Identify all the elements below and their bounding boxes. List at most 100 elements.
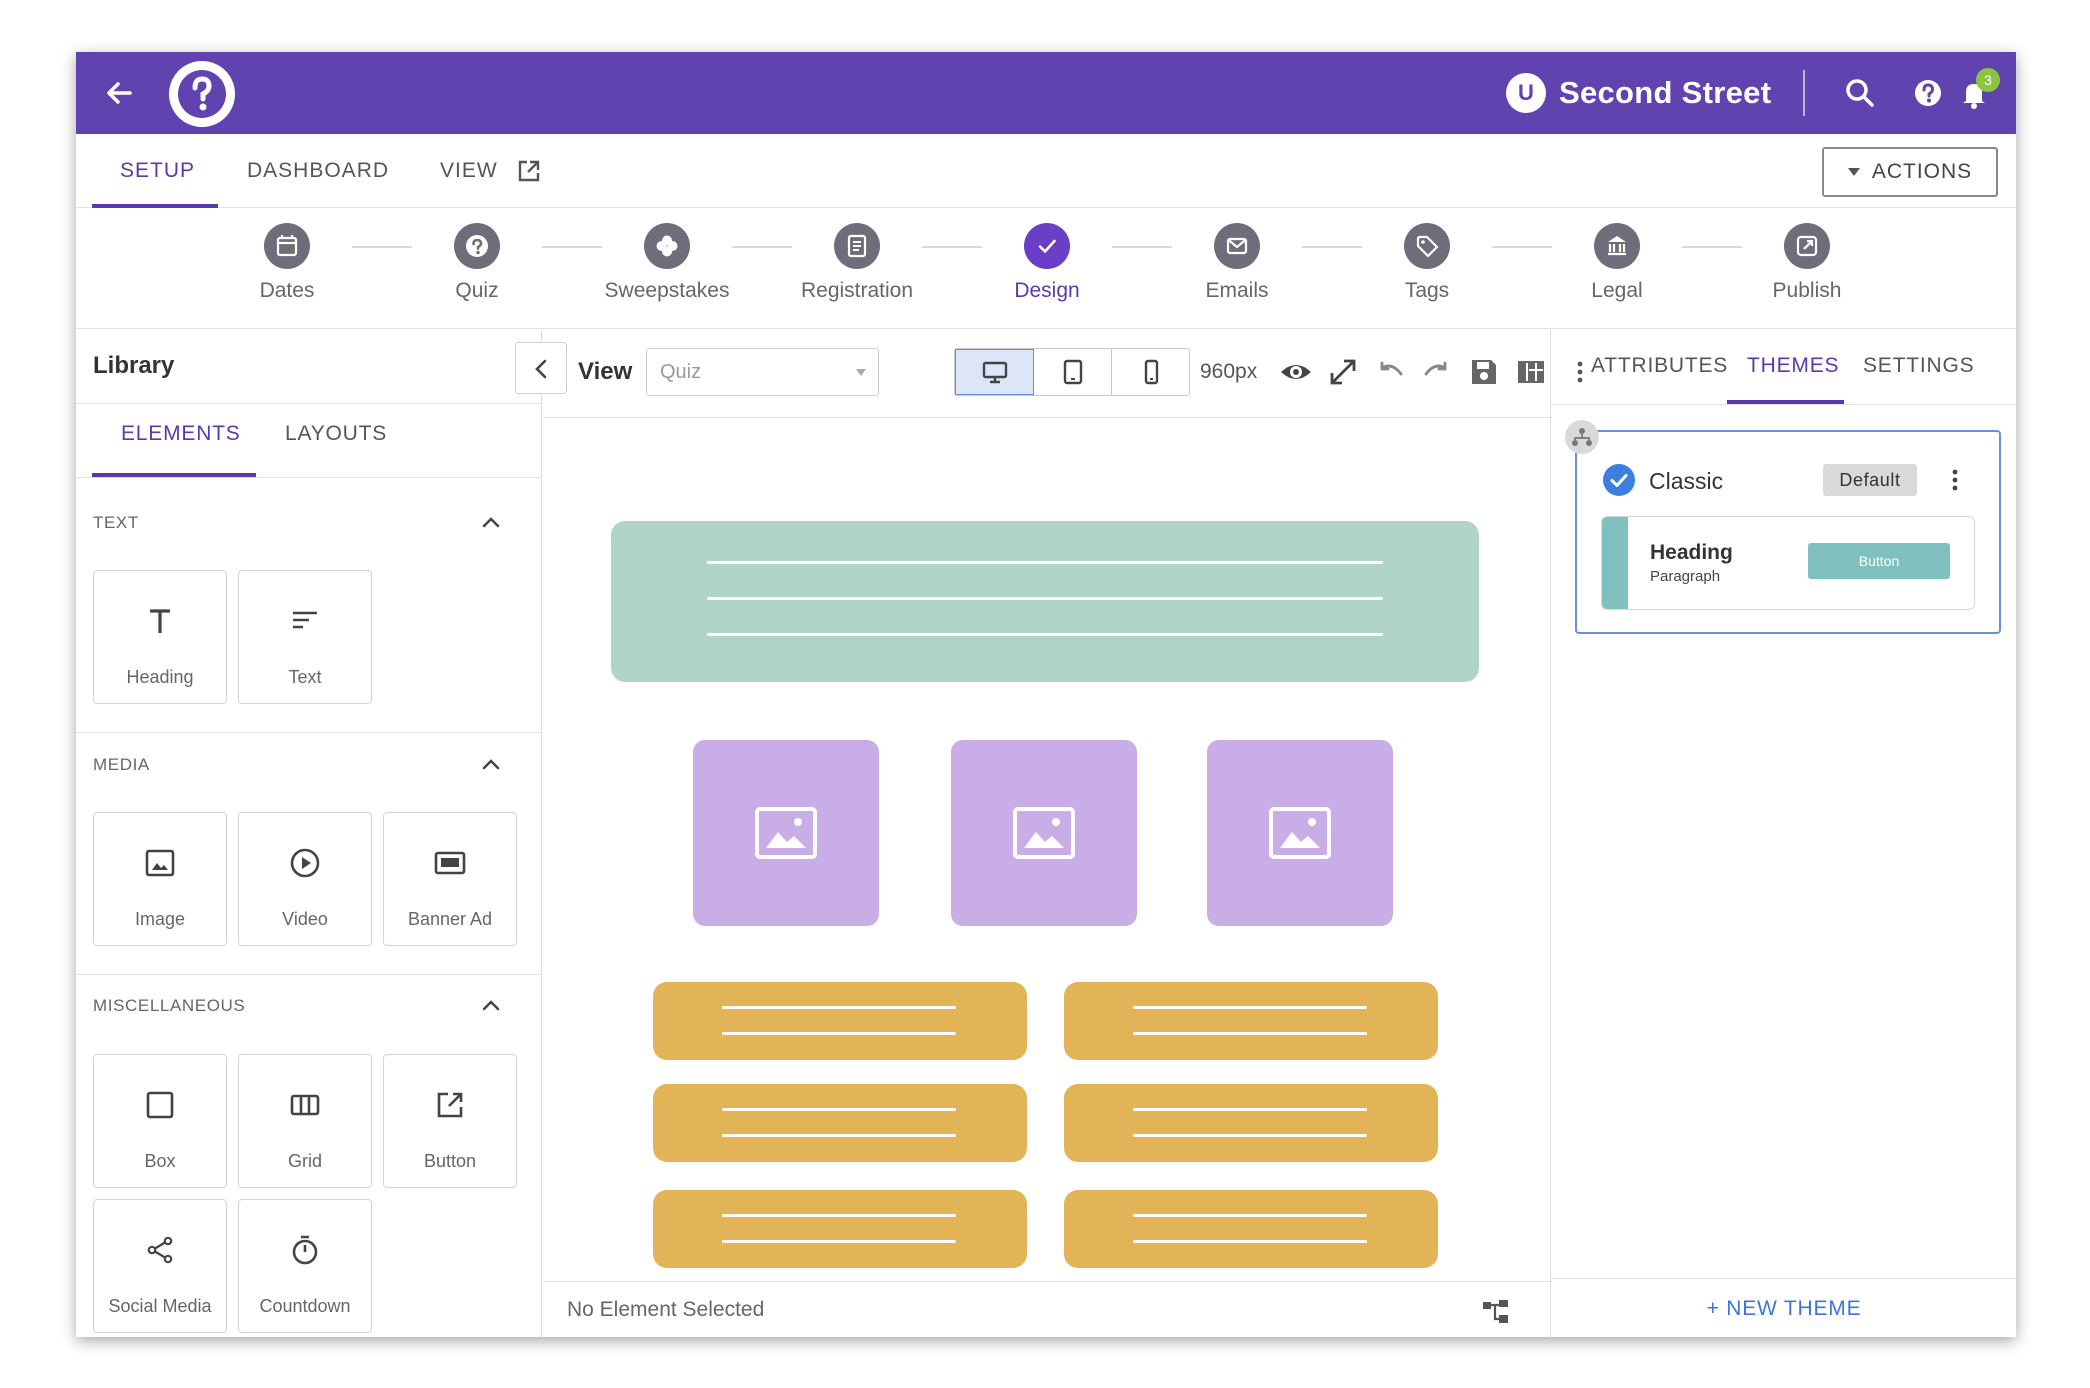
- button-block[interactable]: [1064, 1190, 1438, 1268]
- step-label: Legal: [1591, 279, 1643, 302]
- view-select-value: Quiz: [660, 361, 702, 383]
- image-block[interactable]: [1207, 740, 1393, 926]
- button-block[interactable]: [653, 1084, 1027, 1162]
- placeholder-line: [1133, 1214, 1367, 1217]
- tab-layouts[interactable]: LAYOUTS: [285, 422, 387, 446]
- tab-dashboard[interactable]: DASHBOARD: [247, 134, 389, 208]
- tablet-view-button[interactable]: [1034, 349, 1112, 395]
- element-social-media[interactable]: Social Media: [93, 1199, 227, 1333]
- element-banner-ad[interactable]: Banner Ad: [383, 812, 517, 946]
- preview-button: Button: [1808, 543, 1950, 579]
- bank-icon: [1608, 236, 1626, 256]
- tab-setup[interactable]: SETUP: [120, 134, 195, 208]
- divider: [76, 403, 542, 404]
- undo-icon[interactable]: [1372, 354, 1408, 390]
- save-icon[interactable]: [1466, 354, 1502, 390]
- dropdown-arrow-icon: [856, 369, 866, 376]
- element-button[interactable]: Button: [383, 1054, 517, 1188]
- question-icon: [466, 235, 488, 257]
- hero-block[interactable]: [611, 521, 1479, 682]
- step-circle: [1594, 223, 1640, 269]
- section-misc-title: MISCELLANEOUS: [93, 996, 246, 1015]
- actions-button[interactable]: ACTIONS: [1822, 147, 1998, 197]
- desktop-view-button[interactable]: [955, 349, 1034, 395]
- search-icon[interactable]: [1840, 73, 1880, 113]
- chevron-up-icon[interactable]: [480, 753, 502, 775]
- app-logo[interactable]: [169, 61, 235, 127]
- image-icon: [1269, 807, 1331, 859]
- tag-icon: [1416, 235, 1439, 258]
- view-select[interactable]: Quiz: [646, 348, 879, 396]
- eye-icon[interactable]: [1278, 354, 1314, 390]
- hierarchy-icon[interactable]: [1565, 420, 1599, 454]
- step-circle: [644, 223, 690, 269]
- step-design[interactable]: Design: [967, 223, 1127, 303]
- step-quiz[interactable]: Quiz: [397, 223, 557, 303]
- placeholder-line: [722, 1240, 956, 1243]
- mobile-view-button[interactable]: [1112, 349, 1189, 395]
- theme-card-classic[interactable]: Classic Default Heading Paragraph Button: [1575, 430, 2001, 634]
- element-text[interactable]: Text: [238, 570, 372, 704]
- heading-icon: [150, 609, 170, 633]
- button-block[interactable]: [653, 982, 1027, 1060]
- tab-view[interactable]: VIEW: [440, 134, 542, 208]
- back-arrow-icon[interactable]: [100, 73, 140, 113]
- step-dates[interactable]: Dates: [207, 223, 367, 303]
- expand-icon[interactable]: [1325, 354, 1361, 390]
- step-label: Registration: [800, 279, 914, 302]
- tile-label: Countdown: [259, 1296, 351, 1316]
- chevron-up-icon[interactable]: [480, 994, 502, 1016]
- step-circle: [1404, 223, 1450, 269]
- device-toggle: [954, 348, 1190, 396]
- element-video[interactable]: Video: [238, 812, 372, 946]
- step-publish[interactable]: Publish: [1727, 223, 1887, 303]
- element-grid[interactable]: Grid: [238, 1054, 372, 1188]
- step-circle: [1784, 223, 1830, 269]
- button-block[interactable]: [1064, 1084, 1438, 1162]
- redo-icon[interactable]: [1419, 354, 1455, 390]
- placeholder-line: [722, 1006, 956, 1009]
- button-block[interactable]: [1064, 982, 1438, 1060]
- image-icon: [755, 807, 817, 859]
- element-image[interactable]: Image: [93, 812, 227, 946]
- element-tree-icon[interactable]: [1480, 1296, 1512, 1328]
- tab-attributes[interactable]: ATTRIBUTES: [1591, 354, 1728, 378]
- step-registration[interactable]: Registration: [777, 223, 937, 303]
- new-theme-button[interactable]: + NEW THEME: [1551, 1297, 2016, 1321]
- step-emails[interactable]: Emails: [1157, 223, 1317, 303]
- mobile-icon: [1144, 359, 1158, 385]
- tab-elements[interactable]: ELEMENTS: [121, 422, 241, 446]
- image-block[interactable]: [693, 740, 879, 926]
- design-canvas[interactable]: [543, 419, 1550, 1281]
- step-label: Quiz: [455, 279, 499, 302]
- layout-icon[interactable]: [1513, 354, 1549, 390]
- placeholder-line: [1133, 1032, 1367, 1035]
- tile-label: Button: [423, 1151, 477, 1171]
- image-block[interactable]: [951, 740, 1137, 926]
- external-link-icon: [1796, 235, 1818, 257]
- element-countdown[interactable]: Countdown: [238, 1199, 372, 1333]
- tile-label: Box: [144, 1151, 176, 1171]
- banner-ad-icon: [434, 851, 466, 875]
- button-block[interactable]: [653, 1190, 1027, 1268]
- tab-themes[interactable]: THEMES: [1747, 354, 1839, 378]
- actions-label: ACTIONS: [1871, 160, 1973, 183]
- placeholder-line: [707, 633, 1383, 636]
- placeholder-line: [1133, 1108, 1367, 1111]
- element-heading[interactable]: Heading: [93, 570, 227, 704]
- tab-settings[interactable]: SETTINGS: [1863, 354, 1974, 378]
- tile-label: Video: [282, 909, 328, 929]
- default-badge: Default: [1823, 464, 1917, 496]
- element-box[interactable]: Box: [93, 1054, 227, 1188]
- theme-preview: Heading Paragraph Button: [1601, 516, 1975, 610]
- image-icon: [1013, 807, 1075, 859]
- step-sweepstakes[interactable]: Sweepstakes: [587, 223, 747, 303]
- step-label: Emails: [1205, 279, 1269, 302]
- help-icon[interactable]: [1908, 73, 1948, 113]
- more-vertical-icon[interactable]: [1945, 466, 1965, 494]
- step-legal[interactable]: Legal: [1537, 223, 1697, 303]
- chevron-up-icon[interactable]: [480, 511, 502, 533]
- step-tags[interactable]: Tags: [1347, 223, 1507, 303]
- tile-label: Heading: [126, 667, 194, 687]
- step-circle: [454, 223, 500, 269]
